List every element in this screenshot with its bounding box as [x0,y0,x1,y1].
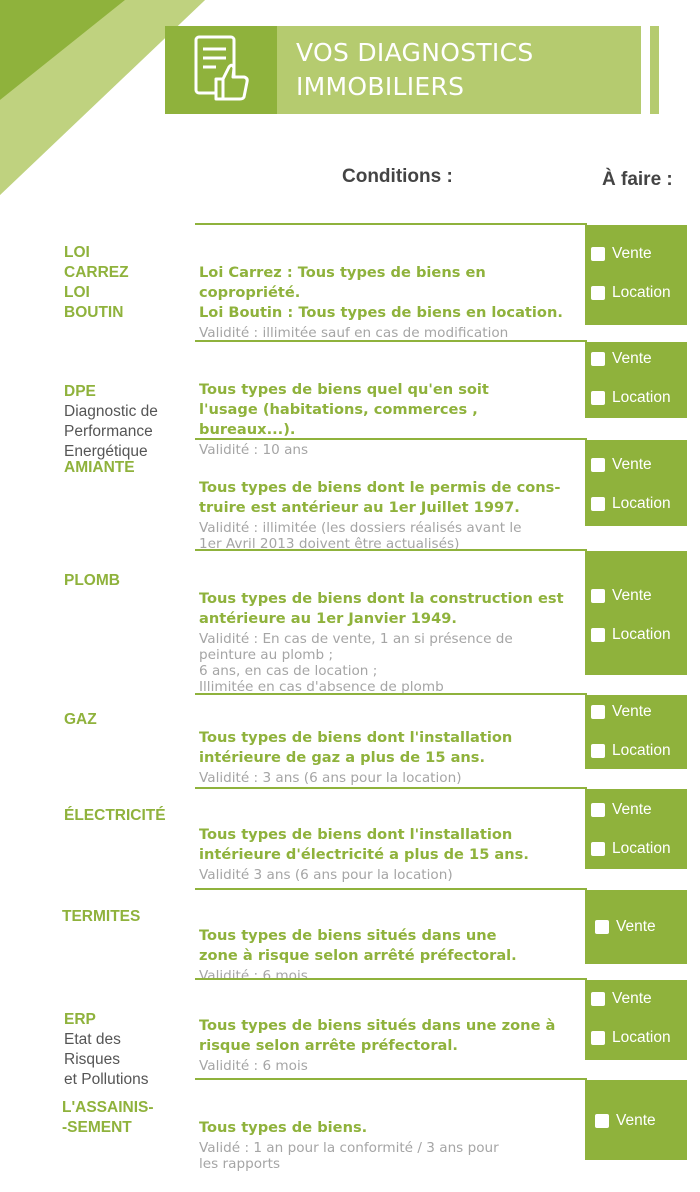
row-divider [195,1078,587,1080]
document-thumbs-up-icon [194,35,249,101]
checkbox-square[interactable] [591,705,605,719]
row-label: LOI CARREZ LOI BOUTIN [64,244,129,321]
checkbox-square[interactable] [591,1031,605,1045]
location-checkbox[interactable]: Location [591,626,671,644]
row-label: GAZ [64,711,97,728]
validity-text: Validité : 6 mois [199,968,308,984]
location-checkbox[interactable]: Location [591,840,671,858]
condition-text: Tous types de biens dont le permis de co… [199,479,561,516]
row-condition: Loi Carrez : Tous types de biens en copr… [199,243,569,361]
checkbox-square[interactable] [591,992,605,1006]
row-label: PLOMB [64,572,120,589]
checkbox-square[interactable] [595,920,609,934]
todo-box: Vente Location [585,551,687,675]
vente-checkbox[interactable]: Vente [591,456,652,474]
checkbox-square[interactable] [591,352,605,366]
validity-text: Validité : En cas de vente, 1 an si prés… [199,631,513,695]
validity-text: Validité 3 ans (6 ans pour la location) [199,867,453,883]
validity-text: Validité : illimitée (les dossiers réali… [199,520,522,552]
row-divider [195,693,587,695]
todo-box: Vente Location [585,695,687,769]
vente-checkbox[interactable]: Vente [591,990,652,1008]
checkbox-square[interactable] [591,628,605,642]
row-sublabel: Diagnostic de Performance Energétique [64,403,158,460]
header-banner: VOS DIAGNOSTICS IMMOBILIERS [165,26,641,114]
todo-box: Vente Location [585,342,687,418]
validity-text: Validité : 6 mois [199,1058,308,1074]
location-checkbox[interactable]: Location [591,389,671,407]
todo-box: Vente Location [585,789,687,869]
row-label: L'ASSAINIS- -SEMENT [62,1099,154,1136]
validity-text: Validité : illimitée sauf en cas de modi… [199,325,509,341]
row-divider [195,340,587,342]
condition-text: Loi Carrez : Tous types de biens en copr… [199,264,563,321]
vente-checkbox[interactable]: Vente [591,587,652,605]
row-label: ÉLECTRICITÉ [64,807,166,824]
condition-text: Tous types de biens dont l'installation … [199,729,513,766]
checkbox-square[interactable] [591,589,605,603]
todo-box: Vente [585,890,687,964]
validity-text: Validité : 3 ans (6 ans pour la location… [199,770,462,786]
conditions-heading: Conditions : [342,166,453,187]
checkbox-square[interactable] [591,803,605,817]
page-title: VOS DIAGNOSTICS IMMOBILIERS [296,38,534,101]
row-divider [195,888,587,890]
checkbox-square[interactable] [591,744,605,758]
todo-box: Vente Location [585,440,687,526]
todo-box: Vente [585,1080,687,1160]
row-sublabel: Etat des Risques et Pollutions [64,1031,149,1088]
vente-checkbox[interactable]: Vente [591,703,652,721]
row-condition: Tous types de biens. Validé : 1 an pour … [199,1098,569,1192]
row-label: TERMITES [62,908,141,925]
checkbox-square[interactable] [591,842,605,856]
location-checkbox[interactable]: Location [591,742,671,760]
condition-text: Tous types de biens dont la construction… [199,590,564,627]
header-icon-box [165,26,277,114]
condition-text: Tous types de biens. [199,1119,368,1136]
checkbox-square[interactable] [591,247,605,261]
todo-heading: À faire : [602,169,673,190]
condition-text: Tous types de biens situés dans une zone… [199,1017,556,1054]
header-accent-bar [650,26,659,114]
condition-text: Tous types de biens dont l'installation … [199,826,529,863]
validity-text: Validé : 1 an pour la conformité / 3 ans… [199,1140,499,1172]
condition-text: Tous types de biens situés dans une zone… [199,927,517,964]
vente-checkbox[interactable]: Vente [595,1112,656,1130]
checkbox-square[interactable] [595,1114,609,1128]
todo-box: Vente Location [585,225,687,325]
vente-checkbox[interactable]: Vente [591,801,652,819]
checkbox-square[interactable] [591,497,605,511]
checkbox-square[interactable] [591,286,605,300]
row-condition: Tous types de biens situés dans une zone… [199,906,569,1004]
location-checkbox[interactable]: Location [591,495,671,513]
todo-box: Vente Location [585,980,687,1060]
row-divider [195,438,587,440]
validity-text: Validité : 10 ans [199,442,309,458]
row-condition: Tous types de biens dont l'installation … [199,708,569,806]
location-checkbox[interactable]: Location [591,284,671,302]
row-divider [195,978,587,980]
row-divider [195,549,587,551]
checkbox-square[interactable] [591,458,605,472]
vente-checkbox[interactable]: Vente [591,245,652,263]
row-condition: Tous types de biens dont le permis de co… [199,458,569,572]
condition-text: Tous types de biens quel qu'en soit l'us… [199,381,489,438]
vente-checkbox[interactable]: Vente [591,350,652,368]
location-checkbox[interactable]: Location [591,1029,671,1047]
row-label: ERP Etat des Risques et Pollutions [64,1011,149,1088]
row-divider [195,787,587,789]
checkbox-square[interactable] [591,391,605,405]
row-label: AMIANTE [64,459,135,476]
vente-checkbox[interactable]: Vente [595,918,656,936]
row-divider [195,223,587,225]
